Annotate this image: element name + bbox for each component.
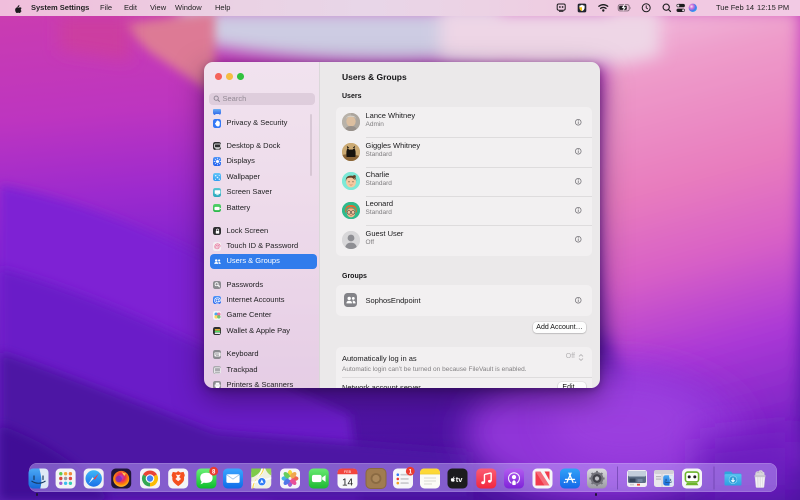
svg-text:14: 14 xyxy=(342,477,354,488)
svg-text:tv: tv xyxy=(456,474,463,483)
svg-text:FEB: FEB xyxy=(344,470,352,474)
